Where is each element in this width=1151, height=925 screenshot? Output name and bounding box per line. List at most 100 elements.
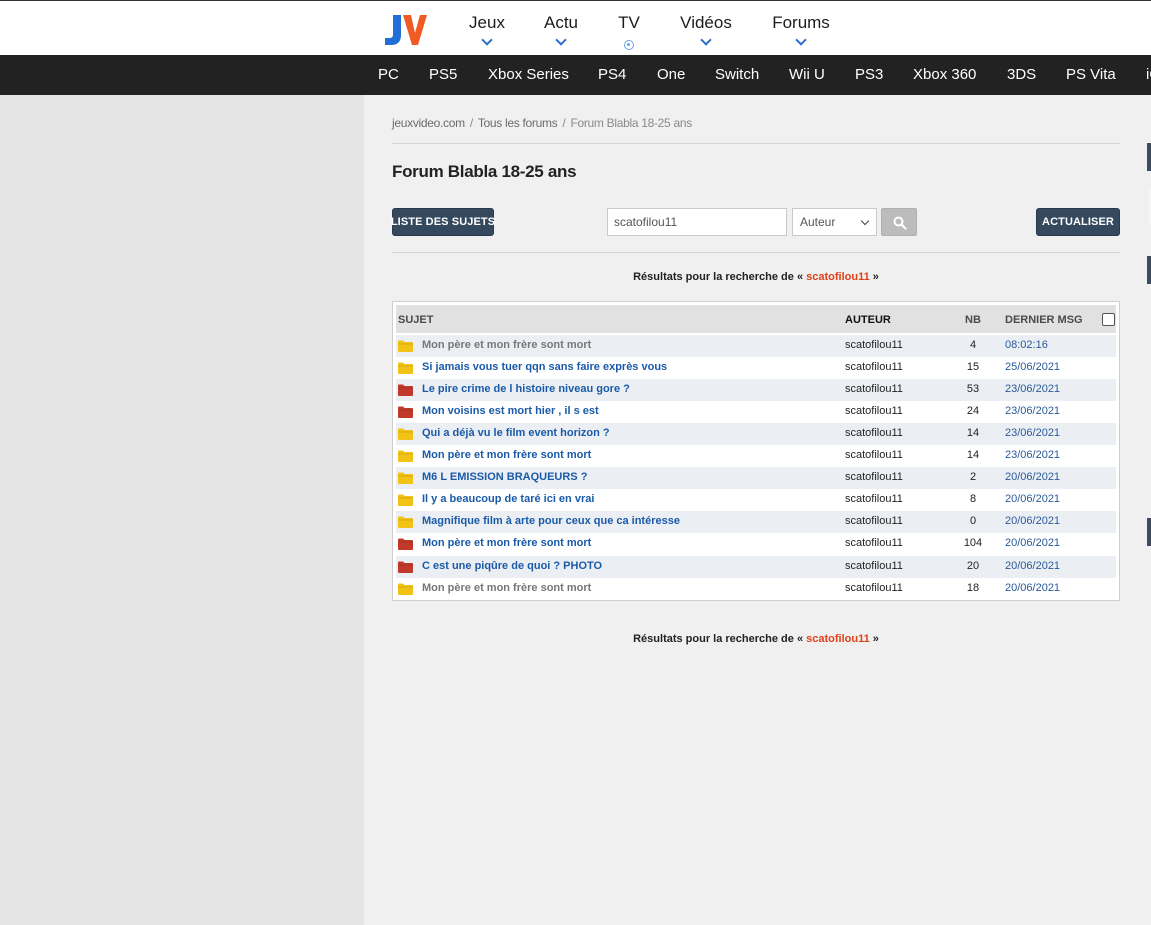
breadcrumb-current: Forum Blabla 18-25 ans (570, 116, 692, 130)
topic-link[interactable]: Le pire crime de l histoire niveau gore … (422, 383, 630, 395)
topic-link[interactable]: Mon père et mon frère sont mort (422, 582, 591, 594)
folder-icon (398, 406, 413, 418)
platform-ios[interactable]: iO (1146, 66, 1151, 84)
topic-message-count: 20 (966, 560, 980, 572)
topic-link[interactable]: Qui a déjà vu le film event horizon ? (422, 427, 610, 439)
search-button[interactable] (881, 208, 917, 236)
nav-actu[interactable]: Actu (543, 13, 579, 46)
divider (392, 252, 1120, 253)
results-suffix: » (872, 633, 879, 645)
nav-videos-label: Vidéos (680, 13, 732, 32)
topic-last-message[interactable]: 23/06/2021 (1005, 383, 1060, 395)
folder-icon (398, 340, 413, 352)
topic-author[interactable]: scatofilou11 (845, 471, 903, 483)
search-type-select[interactable]: Auteur (792, 208, 877, 236)
breadcrumb-home[interactable]: jeuxvideo.com (392, 116, 465, 130)
topic-author[interactable]: scatofilou11 (845, 537, 903, 549)
table-header: SUJET AUTEUR NB DERNIER MSG (396, 305, 1116, 333)
platform-one[interactable]: One (657, 66, 685, 84)
topic-last-message[interactable]: 20/06/2021 (1005, 537, 1060, 549)
topic-last-message[interactable]: 20/06/2021 (1005, 493, 1060, 505)
topic-message-count: 14 (966, 427, 980, 439)
topic-link[interactable]: Mon voisins est mort hier , il s est (422, 405, 599, 417)
nav-videos[interactable]: Vidéos (679, 13, 733, 46)
select-all-checkbox[interactable] (1102, 313, 1115, 326)
topic-author[interactable]: scatofilou11 (845, 427, 903, 439)
platform-pc[interactable]: PC (378, 66, 399, 84)
topic-link[interactable]: Si jamais vous tuer qqn sans faire exprè… (422, 361, 667, 373)
topic-link[interactable]: Il y a beaucoup de taré ici en vrai (422, 493, 594, 505)
list-topics-button[interactable]: LISTE DES SUJETS (391, 208, 495, 236)
nav-jeux[interactable]: Jeux (468, 13, 506, 46)
platform-ps3[interactable]: PS3 (855, 66, 883, 84)
table-row: Si jamais vous tuer qqn sans faire exprè… (396, 357, 1116, 379)
platform-ps-vita[interactable]: PS Vita (1066, 66, 1116, 84)
refresh-button[interactable]: ACTUALISER (1036, 208, 1120, 236)
topic-link[interactable]: Mon père et mon frère sont mort (422, 537, 591, 549)
column-nb: NB (965, 314, 981, 326)
topic-last-message[interactable]: 23/06/2021 (1005, 427, 1060, 439)
breadcrumb-separator: / (469, 116, 473, 130)
results-term: scatofilou11 (806, 271, 870, 283)
topic-author[interactable]: scatofilou11 (845, 560, 903, 572)
nav-forums[interactable]: Forums (771, 13, 831, 46)
topic-author[interactable]: scatofilou11 (845, 449, 903, 461)
topic-author[interactable]: scatofilou11 (845, 383, 903, 395)
topic-link[interactable]: Mon père et mon frère sont mort (422, 449, 591, 461)
topic-message-count: 104 (963, 537, 983, 549)
table-row: Le pire crime de l histoire niveau gore … (396, 379, 1116, 401)
topic-link[interactable]: Mon père et mon frère sont mort (422, 339, 591, 351)
topic-last-message[interactable]: 08:02:16 (1005, 339, 1048, 351)
table-row: Mon père et mon frère sont mort scatofilo… (396, 578, 1116, 600)
platform-wii-u[interactable]: Wii U (789, 66, 825, 84)
topic-author[interactable]: scatofilou11 (845, 493, 903, 505)
table-row: Magnifique film à arte pour ceux que ca … (396, 511, 1116, 533)
folder-icon (398, 538, 413, 550)
topic-author[interactable]: scatofilou11 (845, 339, 903, 351)
topic-author[interactable]: scatofilou11 (845, 582, 903, 594)
topics-table: SUJET AUTEUR NB DERNIER MSG Mon père et … (392, 301, 1120, 601)
platform-ps4[interactable]: PS4 (598, 66, 626, 84)
results-suffix: » (872, 271, 879, 283)
folder-icon (398, 384, 413, 396)
breadcrumb-all-forums[interactable]: Tous les forums (478, 116, 558, 130)
platform-switch[interactable]: Switch (715, 66, 759, 84)
topic-link[interactable]: Magnifique film à arte pour ceux que ca … (422, 515, 680, 527)
side-tab[interactable] (1147, 143, 1151, 171)
platform-xbox-360[interactable]: Xbox 360 (913, 66, 976, 84)
search-input[interactable]: scatofilou11 (607, 208, 787, 236)
topic-last-message[interactable]: 20/06/2021 (1005, 471, 1060, 483)
platform-xbox-series[interactable]: Xbox Series (488, 66, 569, 84)
side-tab[interactable] (1147, 518, 1151, 546)
platform-3ds[interactable]: 3DS (1007, 66, 1036, 84)
results-summary-bottom: Résultats pour la recherche de « scatofi… (392, 633, 1120, 645)
table-row: C est une piqûre de quoi ? PHOTO scatofil… (396, 556, 1116, 578)
topic-last-message[interactable]: 23/06/2021 (1005, 449, 1060, 461)
chevron-down-icon (555, 34, 567, 46)
folder-icon (398, 450, 413, 462)
platform-ps5[interactable]: PS5 (429, 66, 457, 84)
topic-last-message[interactable]: 20/06/2021 (1005, 582, 1060, 594)
search-type-value: Auteur (800, 215, 836, 229)
topic-last-message[interactable]: 23/06/2021 (1005, 405, 1060, 417)
topic-author[interactable]: scatofilou11 (845, 361, 903, 373)
topic-message-count: 15 (966, 361, 980, 373)
results-prefix: Résultats pour la recherche de « (633, 633, 804, 645)
topic-last-message[interactable]: 20/06/2021 (1005, 560, 1060, 572)
topic-last-message[interactable]: 25/06/2021 (1005, 361, 1060, 373)
topic-author[interactable]: scatofilou11 (845, 515, 903, 527)
column-author: AUTEUR (845, 314, 891, 326)
jv-logo[interactable] (383, 11, 427, 47)
side-tab[interactable] (1147, 256, 1151, 284)
folder-icon (398, 494, 413, 506)
topic-message-count: 8 (969, 493, 977, 505)
nav-tv[interactable]: TV (618, 13, 640, 50)
topic-message-count: 18 (966, 582, 980, 594)
results-prefix: Résultats pour la recherche de « (633, 271, 804, 283)
topic-last-message[interactable]: 20/06/2021 (1005, 515, 1060, 527)
nav-actu-label: Actu (543, 13, 579, 32)
topic-link[interactable]: C est une piqûre de quoi ? PHOTO (422, 560, 602, 572)
topic-link[interactable]: M6 L EMISSION BRAQUEURS ? (422, 471, 587, 483)
topic-author[interactable]: scatofilou11 (845, 405, 903, 417)
topic-message-count: 53 (966, 383, 980, 395)
